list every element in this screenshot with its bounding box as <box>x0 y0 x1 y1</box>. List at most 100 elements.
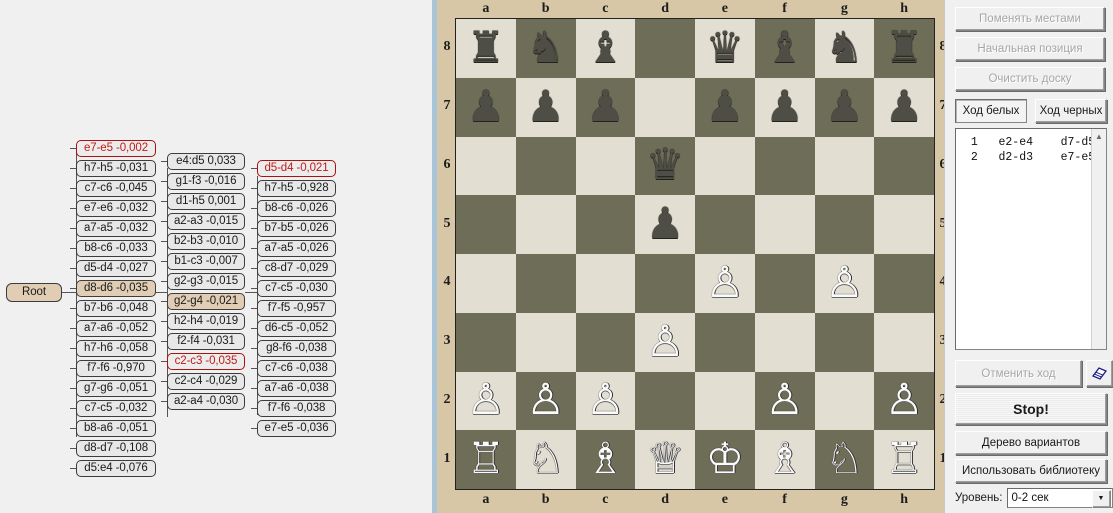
board-square-b5[interactable] <box>515 195 576 254</box>
tree-node[interactable]: h2-h4 -0,019 <box>167 313 245 330</box>
chess-board[interactable]: ♜ ♞ ♝ ♛ ♝ ♞ ♜ ♟ ♟ ♟ ♟ ♟ ♟ ♟ ♛ ♟ ♙ ♙ ♙ ♙ ♙ ♙ ♙ ♙ ♖ ♘ ♗ ♕ ♔ ♗ ♘ ♖ <box>455 18 935 490</box>
piece-bp[interactable]: ♟ <box>695 78 755 137</box>
tree-node[interactable]: c7-c6 -0,038 <box>257 360 336 377</box>
piece-bp[interactable]: ♟ <box>576 78 636 137</box>
tree-node[interactable]: f7-f6 -0,970 <box>76 360 156 377</box>
move-list[interactable]: 1 e2-e4 d7-d5 2 d2-d3 e7-e5 ▲ <box>955 128 1107 350</box>
board-square-b7[interactable]: ♟ <box>515 77 576 137</box>
board-square-c8[interactable]: ♝ <box>575 19 636 78</box>
tree-node[interactable]: b2-b3 -0,010 <box>167 233 245 250</box>
board-square-h2[interactable]: ♙ <box>874 371 934 431</box>
tree-node[interactable]: b8-c6 -0,026 <box>257 200 336 217</box>
tree-node[interactable]: b1-c3 -0,007 <box>167 253 245 270</box>
tree-node[interactable]: d8-d6 -0,035 <box>76 280 156 297</box>
board-square-b8[interactable]: ♞ <box>515 19 576 78</box>
board-square-d7[interactable] <box>635 77 695 137</box>
board-square-d2[interactable] <box>635 371 695 431</box>
swap-sides-button[interactable]: Поменять местами <box>955 7 1105 31</box>
board-square-d6[interactable]: ♛ <box>635 136 695 196</box>
piece-wp[interactable]: ♙ <box>576 372 636 431</box>
board-square-g5[interactable] <box>814 195 875 254</box>
tree-node[interactable]: f7-f5 -0,957 <box>257 300 336 317</box>
tab-white-move[interactable]: Ход белых <box>955 99 1027 123</box>
tree-node[interactable]: e7-e6 -0,032 <box>76 200 156 217</box>
board-square-e6[interactable] <box>695 136 755 196</box>
board-square-f1[interactable]: ♗ <box>754 430 815 489</box>
board-square-c2[interactable]: ♙ <box>575 371 636 431</box>
piece-wn[interactable]: ♘ <box>516 430 576 489</box>
board-square-h4[interactable] <box>874 254 934 313</box>
variation-tree-button[interactable]: Дерево вариантов <box>955 431 1107 455</box>
board-square-h7[interactable]: ♟ <box>874 77 934 137</box>
chevron-down-icon[interactable]: ▼ <box>1091 490 1111 508</box>
tree-node[interactable]: d8-d7 -0,108 <box>76 440 156 457</box>
tree-node[interactable]: a7-a5 -0,032 <box>76 220 156 237</box>
board-square-a1[interactable]: ♖ <box>456 430 516 489</box>
tree-node[interactable]: g7-g6 -0,051 <box>76 380 156 397</box>
tree-node[interactable]: b8-c6 -0,033 <box>76 240 156 257</box>
tree-node[interactable]: b8-a6 -0,051 <box>76 420 156 437</box>
tree-node[interactable]: h7-h5 -0,928 <box>257 180 336 197</box>
board-square-f2[interactable]: ♙ <box>754 371 815 431</box>
board-square-g7[interactable]: ♟ <box>814 77 875 137</box>
tree-node-root[interactable]: Root <box>6 283 62 302</box>
board-square-f7[interactable]: ♟ <box>754 77 815 137</box>
tree-node[interactable]: a2-a4 -0,030 <box>167 393 245 410</box>
board-square-e7[interactable]: ♟ <box>695 77 755 137</box>
tree-node[interactable]: g2-g3 -0,015 <box>167 273 245 290</box>
piece-bb[interactable]: ♝ <box>755 19 815 78</box>
piece-bn[interactable]: ♞ <box>516 19 576 78</box>
piece-br[interactable]: ♜ <box>456 19 516 78</box>
tree-node[interactable]: d5-d4 -0,021 <box>257 160 336 177</box>
board-square-e5[interactable] <box>695 195 755 254</box>
piece-bp[interactable]: ♟ <box>635 195 695 254</box>
piece-bp[interactable]: ♟ <box>516 78 576 137</box>
board-square-b2[interactable]: ♙ <box>515 371 576 431</box>
board-square-d8[interactable] <box>635 19 695 78</box>
board-square-g4[interactable]: ♙ <box>814 254 875 313</box>
piece-wp[interactable]: ♙ <box>635 313 695 372</box>
tree-node[interactable]: d1-h5 0,001 <box>167 193 245 210</box>
piece-wb[interactable]: ♗ <box>755 430 815 489</box>
tree-node[interactable]: a2-a3 -0,015 <box>167 213 245 230</box>
board-square-b6[interactable] <box>515 136 576 196</box>
board-square-a5[interactable] <box>456 195 516 254</box>
piece-wp[interactable]: ♙ <box>695 254 755 313</box>
board-square-e1[interactable]: ♔ <box>695 430 755 489</box>
piece-bp[interactable]: ♟ <box>755 78 815 137</box>
piece-wq[interactable]: ♕ <box>635 430 695 489</box>
tree-node[interactable]: d5:e4 -0,076 <box>76 460 156 477</box>
piece-bq[interactable]: ♛ <box>635 137 695 196</box>
level-select[interactable]: 0-2 сек ▼ <box>1006 488 1113 508</box>
tree-node[interactable]: c2-c4 -0,029 <box>167 373 245 390</box>
tree-node[interactable]: g1-f3 -0,016 <box>167 173 245 190</box>
piece-wn[interactable]: ♘ <box>815 430 875 489</box>
tree-node[interactable]: c8-d7 -0,029 <box>257 260 336 277</box>
piece-bp[interactable]: ♟ <box>456 78 516 137</box>
tree-node[interactable]: f7-f6 -0,038 <box>257 400 336 417</box>
tree-node[interactable]: g2-g4 -0,021 <box>167 293 245 310</box>
stop-button[interactable]: Stop! <box>955 393 1107 425</box>
initial-position-button[interactable]: Начальная позиция <box>955 37 1105 61</box>
board-square-g8[interactable]: ♞ <box>814 19 875 78</box>
board-square-a8[interactable]: ♜ <box>456 19 516 78</box>
board-square-c7[interactable]: ♟ <box>575 77 636 137</box>
piece-wr[interactable]: ♖ <box>456 430 516 489</box>
piece-bn[interactable]: ♞ <box>815 19 875 78</box>
piece-wp[interactable]: ♙ <box>815 254 875 313</box>
scroll-up-icon[interactable]: ▲ <box>1092 129 1106 143</box>
piece-wr[interactable]: ♖ <box>874 430 934 489</box>
piece-bp[interactable]: ♟ <box>874 78 934 137</box>
board-square-h3[interactable] <box>874 312 934 372</box>
tree-node[interactable]: d5-d4 -0,027 <box>76 260 156 277</box>
board-square-e8[interactable]: ♛ <box>695 19 755 78</box>
board-square-h5[interactable] <box>874 195 934 254</box>
tree-node[interactable]: b7-b6 -0,048 <box>76 300 156 317</box>
piece-wp[interactable]: ♙ <box>516 372 576 431</box>
tree-node[interactable]: c7-c6 -0,045 <box>76 180 156 197</box>
tree-node[interactable]: f2-f4 -0,031 <box>167 333 245 350</box>
piece-wp[interactable]: ♙ <box>874 372 934 431</box>
tree-node[interactable]: a7-a6 -0,038 <box>257 380 336 397</box>
board-square-c1[interactable]: ♗ <box>575 430 636 489</box>
tree-node[interactable]: g8-f6 -0,038 <box>257 340 336 357</box>
